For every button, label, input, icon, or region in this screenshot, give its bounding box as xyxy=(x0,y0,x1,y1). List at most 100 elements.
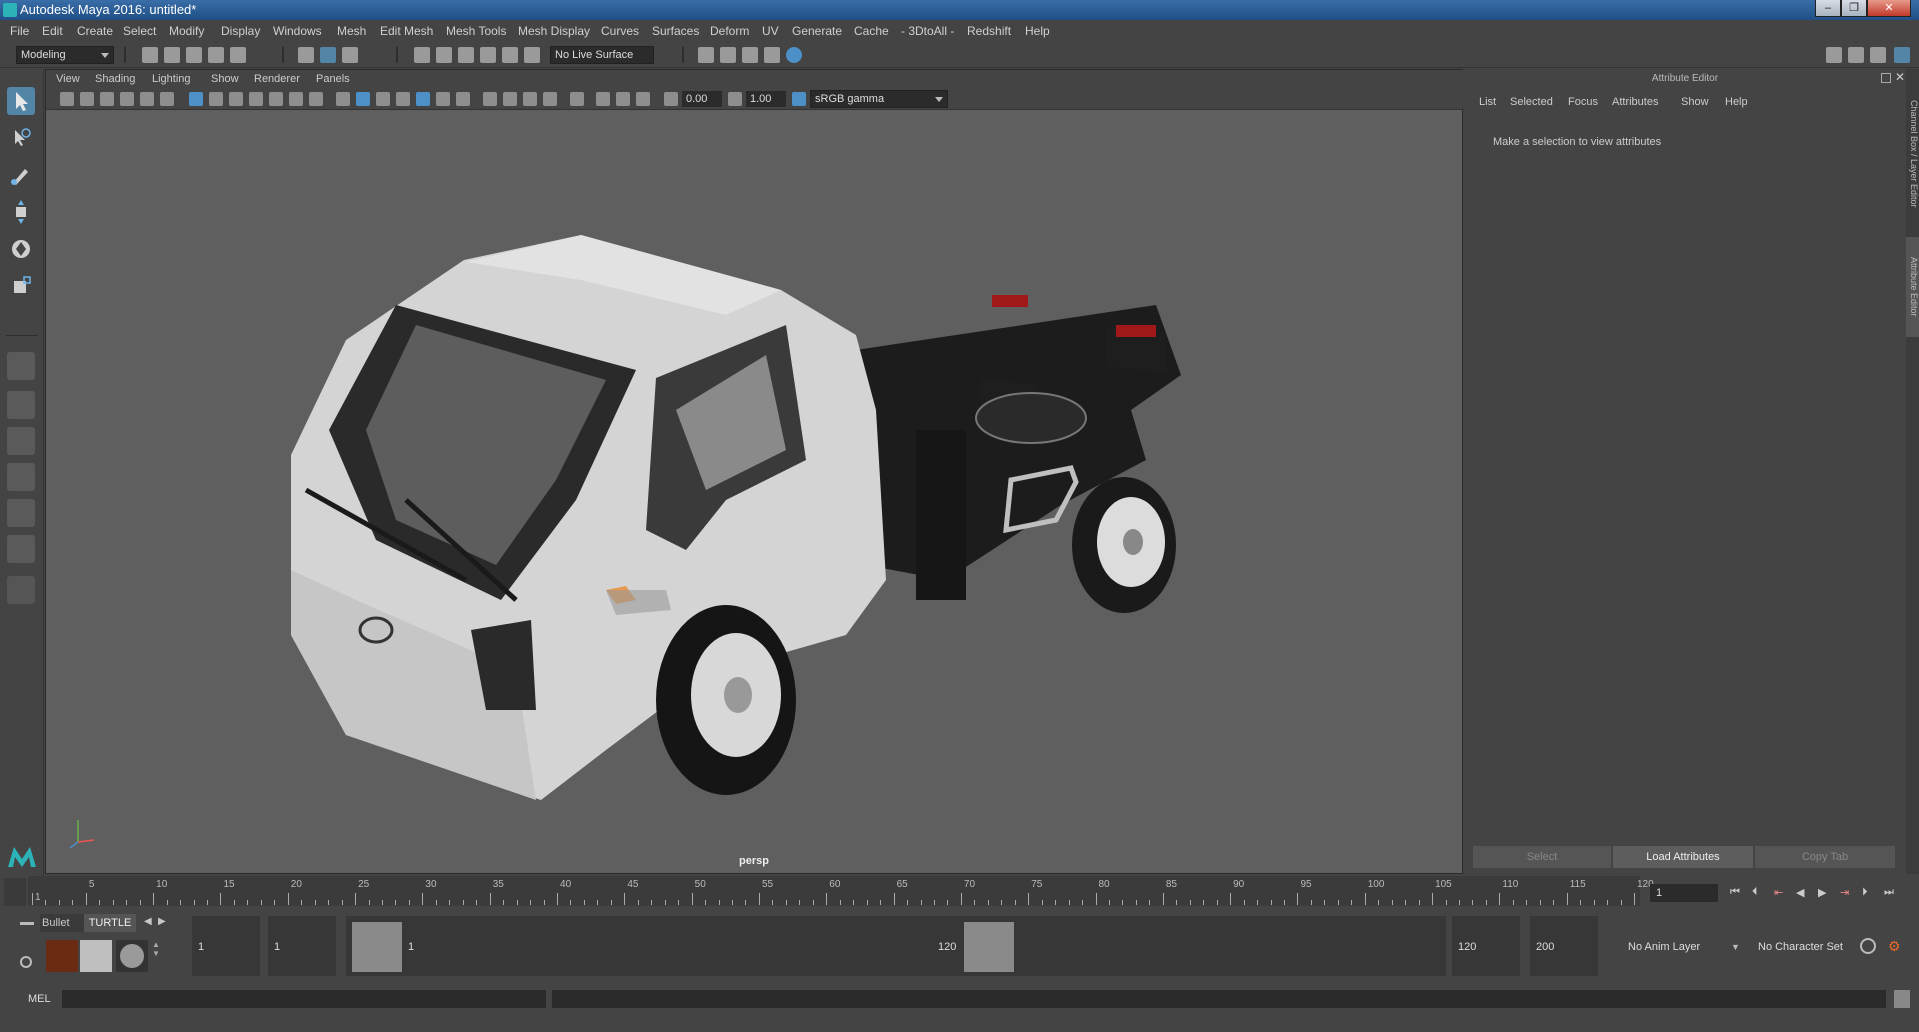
exposure-field[interactable]: 0.00 xyxy=(682,91,722,107)
time-slider-ruler[interactable]: 1 5 10 15 20 25 30 35 40 45 50 55 60 65 70 75 80 85 90 95 10… xyxy=(28,876,1654,906)
gate-mask-icon[interactable] xyxy=(249,92,263,106)
shelf-settings-icon[interactable] xyxy=(20,956,32,968)
menu-curves[interactable]: Curves xyxy=(601,24,639,38)
range-start-handle[interactable] xyxy=(352,922,402,972)
command-input[interactable] xyxy=(62,990,546,1008)
xray-active-components-icon[interactable] xyxy=(616,92,630,106)
viewport-menu-view[interactable]: View xyxy=(56,73,80,85)
menu-surfaces[interactable]: Surfaces xyxy=(652,24,699,38)
step-forward-frame-icon[interactable]: ⏵ xyxy=(1862,886,1876,898)
snap-grid-icon[interactable] xyxy=(414,47,430,63)
hypershade-icon[interactable] xyxy=(786,47,802,63)
turtle-render-icon[interactable] xyxy=(46,940,78,972)
select-by-component-icon[interactable] xyxy=(342,47,358,63)
wireframe-on-shaded-icon[interactable] xyxy=(396,92,410,106)
attr-menu-selected[interactable]: Selected xyxy=(1510,96,1553,108)
menu-select[interactable]: Select xyxy=(123,24,156,38)
paint-select-tool-icon[interactable] xyxy=(7,161,35,189)
open-scene-icon[interactable] xyxy=(164,47,180,63)
custom-layout-icon[interactable] xyxy=(7,576,35,604)
menu-redshift[interactable]: Redshift xyxy=(967,24,1011,38)
render-frame-icon[interactable] xyxy=(720,47,736,63)
playback-range-slider[interactable]: 1 120 xyxy=(346,916,1446,976)
attr-menu-list[interactable]: List xyxy=(1479,96,1496,108)
layout-two-pane-icon[interactable] xyxy=(7,427,35,455)
viewport-menu-show[interactable]: Show xyxy=(211,73,239,85)
layout-graph-editor-icon[interactable] xyxy=(7,499,35,527)
safe-title-icon[interactable] xyxy=(309,92,323,106)
viewport-menu-renderer[interactable]: Renderer xyxy=(254,73,300,85)
go-to-end-icon[interactable]: ⏭ xyxy=(1884,886,1898,898)
two-d-pan-icon[interactable] xyxy=(140,92,154,106)
screen-space-ao-icon[interactable] xyxy=(483,92,497,106)
outliner-toggle-icon[interactable] xyxy=(1848,47,1864,63)
close-window-button[interactable]: ✕ xyxy=(1867,0,1911,17)
camera-attributes-icon[interactable] xyxy=(80,92,94,106)
redo-icon[interactable] xyxy=(230,47,246,63)
modeling-toolkit-icon[interactable] xyxy=(1826,47,1842,63)
copy-tab-button[interactable]: Copy Tab xyxy=(1755,846,1895,868)
snap-live-icon[interactable] xyxy=(502,47,518,63)
viewport-panel[interactable]: View Shading Lighting Show Renderer Pane… xyxy=(45,69,1464,874)
current-frame-field[interactable]: 1 xyxy=(1650,884,1718,902)
range-end-handle[interactable] xyxy=(964,922,1014,972)
gamma-icon[interactable] xyxy=(728,92,742,106)
menu-create[interactable]: Create xyxy=(77,24,113,38)
field-chart-icon[interactable] xyxy=(269,92,283,106)
resolution-gate-icon[interactable] xyxy=(229,92,243,106)
attr-menu-focus[interactable]: Focus xyxy=(1568,96,1598,108)
isolate-select-icon[interactable] xyxy=(570,92,584,106)
motion-blur-icon[interactable] xyxy=(503,92,517,106)
exposure-icon[interactable] xyxy=(664,92,678,106)
snap-view-plane-icon[interactable] xyxy=(480,47,496,63)
layout-hypershade-icon[interactable] xyxy=(7,535,35,563)
layout-single-pane-icon[interactable] xyxy=(7,352,35,380)
menu-3dtoall[interactable]: - 3DtoAll - xyxy=(901,24,954,38)
script-editor-icon[interactable] xyxy=(1894,990,1910,1008)
film-gate-icon[interactable] xyxy=(209,92,223,106)
select-button[interactable]: Select xyxy=(1473,846,1611,868)
shelf-scroll-icon[interactable]: ▲ ▼ xyxy=(152,940,162,972)
viewport-menu-lighting[interactable]: Lighting xyxy=(152,73,191,85)
channel-box-toggle-icon[interactable] xyxy=(1894,47,1910,63)
gamma-field[interactable]: 1.00 xyxy=(746,91,786,107)
menu-file[interactable]: File xyxy=(10,24,29,38)
attr-menu-show[interactable]: Show xyxy=(1681,96,1709,108)
anim-layer-dropdown[interactable]: No Anim Layer xyxy=(1608,916,1738,976)
animation-end-field[interactable]: 200 xyxy=(1530,916,1598,976)
scene-render[interactable] xyxy=(46,110,1464,850)
smooth-shade-icon[interactable] xyxy=(356,92,370,106)
step-forward-key-icon[interactable]: ⇥ xyxy=(1840,886,1854,899)
color-management-icon[interactable] xyxy=(792,92,806,106)
wireframe-icon[interactable] xyxy=(336,92,350,106)
truck-cab[interactable] xyxy=(291,235,886,800)
live-surface-field[interactable]: No Live Surface xyxy=(550,46,654,64)
go-to-start-icon[interactable]: ⏮ xyxy=(1730,886,1744,898)
animation-preferences-icon[interactable]: ⚙ xyxy=(1888,938,1904,954)
menu-edit[interactable]: Edit xyxy=(42,24,63,38)
menu-modify[interactable]: Modify xyxy=(169,24,204,38)
float-panel-icon[interactable] xyxy=(1881,73,1891,83)
layout-four-pane-icon[interactable] xyxy=(7,391,35,419)
anim-layer-arrow-icon[interactable]: ▼ xyxy=(1731,942,1740,952)
playback-start-field[interactable]: 1 xyxy=(268,916,336,976)
lasso-tool-icon[interactable] xyxy=(7,124,35,152)
command-language-label[interactable]: MEL xyxy=(28,993,51,1005)
camera-select-icon[interactable] xyxy=(60,92,74,106)
auto-key-icon[interactable] xyxy=(1860,938,1876,954)
grid-toggle-icon[interactable] xyxy=(189,92,203,106)
safe-action-icon[interactable] xyxy=(289,92,303,106)
rotate-tool-icon[interactable] xyxy=(7,235,35,263)
menu-windows[interactable]: Windows xyxy=(273,24,322,38)
turtle-baking-icon[interactable] xyxy=(80,940,112,972)
select-by-object-icon[interactable] xyxy=(320,47,336,63)
turtle-surface-icon[interactable] xyxy=(116,940,148,972)
shelf-tab-bullet[interactable]: Bullet xyxy=(40,914,84,932)
step-back-frame-icon[interactable]: ⏴ xyxy=(1752,886,1766,898)
tool-settings-icon[interactable] xyxy=(1870,47,1886,63)
menu-generate[interactable]: Generate xyxy=(792,24,842,38)
viewport-menu-shading[interactable]: Shading xyxy=(95,73,135,85)
depth-of-field-icon[interactable] xyxy=(543,92,557,106)
shelf-scroll-left-icon[interactable]: ◀ xyxy=(144,916,152,927)
snap-curve-icon[interactable] xyxy=(436,47,452,63)
